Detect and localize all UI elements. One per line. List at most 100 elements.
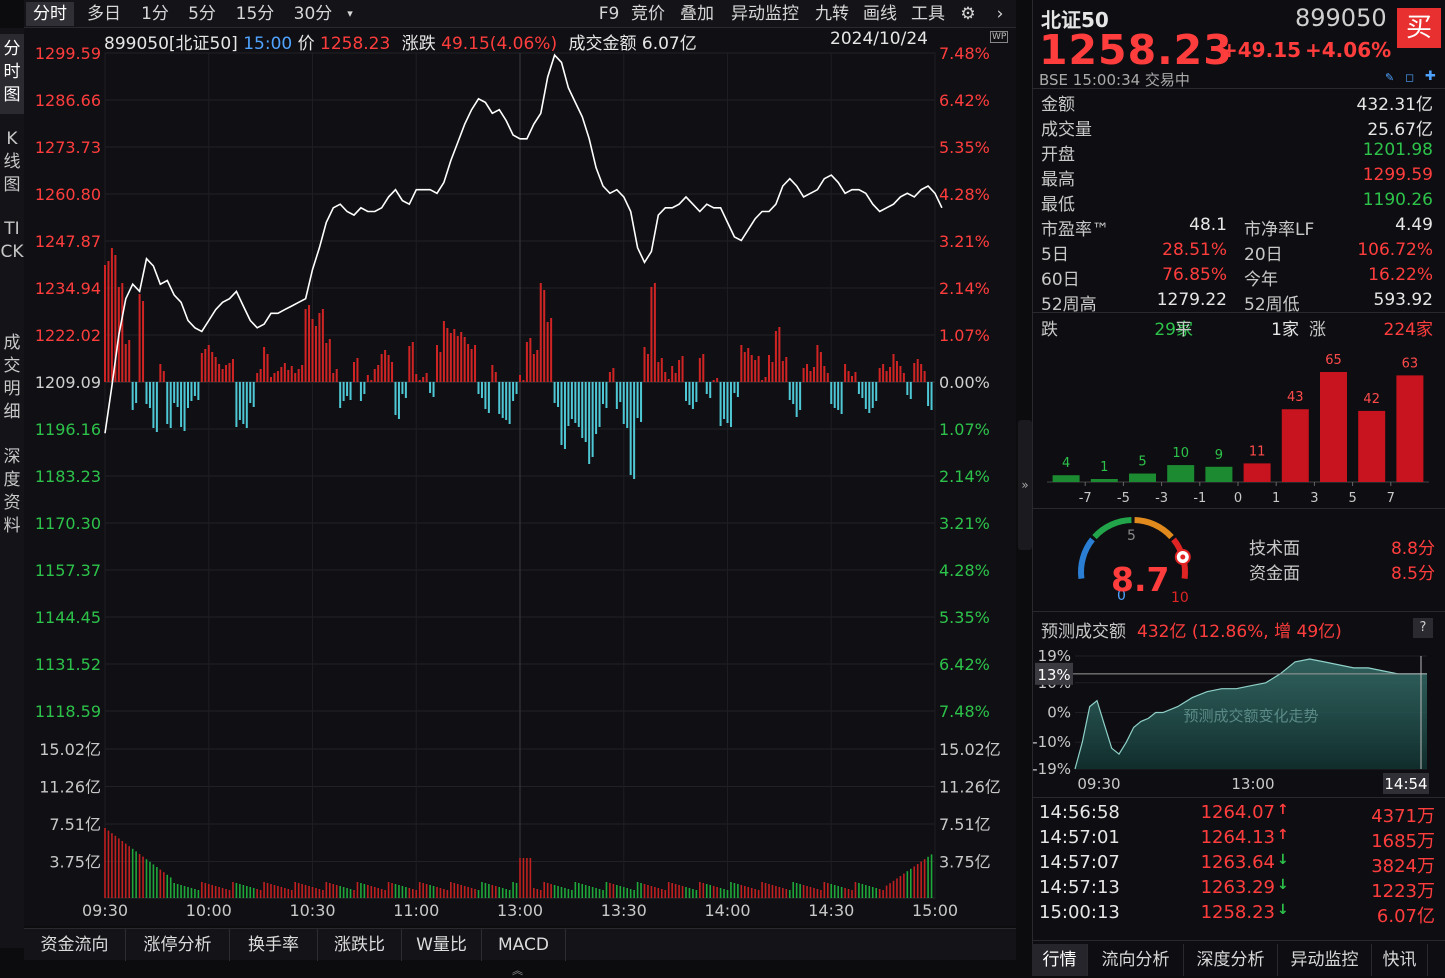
distribution-bar-label: 5 — [1138, 455, 1146, 470]
help-icon[interactable]: ? — [1413, 618, 1433, 638]
valuation-label: 5日 — [1041, 245, 1069, 265]
info-turnover: 6.07亿 — [641, 34, 697, 54]
x-tick: 14:30 — [808, 901, 854, 920]
y-tick-left: 1273.73 — [35, 138, 101, 157]
tab-30min[interactable]: 30分 — [288, 2, 338, 26]
tab-limit-up[interactable]: 涨停分析 — [126, 929, 230, 961]
tab-turnover-rate[interactable]: 换手率 — [230, 929, 318, 961]
tab-auction[interactable]: 竞价 — [628, 2, 668, 26]
valuation-value: 1279.22 — [1156, 290, 1227, 310]
valuation-value: 28.51% — [1162, 240, 1227, 260]
tab-overlay[interactable]: 叠加 — [676, 2, 718, 26]
info-change-label: 涨跌 — [401, 34, 436, 54]
edit-icon[interactable]: ✎ — [1385, 71, 1394, 84]
change-distribution-chart: 4 1 5 10 9 11 43 65 42 63 -7 -5 -3 -1 0 1 3 5 7 — [1047, 353, 1429, 506]
breadth-flat: 1家 — [1271, 320, 1299, 340]
y-tick-right: 0.00% — [939, 373, 990, 392]
distribution-bar — [1129, 473, 1156, 482]
forecast-x-tick: 13:00 — [1231, 775, 1274, 793]
tech-score: 8.8分 — [1390, 539, 1435, 559]
distribution-bar-label: 42 — [1363, 392, 1380, 407]
gear-icon[interactable]: ⚙ — [956, 2, 980, 26]
distribution-bar — [1205, 466, 1233, 482]
y-tick-right: 2.14% — [939, 467, 990, 486]
panel-tab-3[interactable]: 异动监控 — [1278, 944, 1372, 976]
stat-label: 最高 — [1041, 170, 1075, 190]
vtab-intraday[interactable]: 分时图 — [0, 34, 24, 114]
price-line — [104, 53, 943, 434]
tick-price: 1264.07 — [1200, 802, 1275, 823]
x-tick: 14:00 — [704, 901, 750, 920]
tab-tools[interactable]: 工具 — [908, 2, 948, 26]
intraday-chart-svg: 1299.59 7.48% 1286.66 6.42% 1273.73 5.35% 1260… — [35, 44, 1001, 920]
valuation-value: 4.49 — [1395, 215, 1433, 235]
vtab-tick[interactable]: TICK — [0, 214, 24, 314]
y-tick-right: 7.48% — [939, 702, 990, 721]
tab-updown-ratio[interactable]: 涨跌比 — [318, 929, 402, 961]
forecast-y-tick: -19% — [1033, 760, 1071, 778]
valuation-value: 48.1 — [1189, 215, 1227, 235]
panel-tab-1[interactable]: 流向分析 — [1088, 944, 1184, 976]
y-tick-right: 5.35% — [939, 138, 990, 157]
distribution-category: 0 — [1234, 491, 1242, 506]
add-icon[interactable]: ✚ — [1425, 69, 1436, 84]
distribution-category: 7 — [1387, 491, 1395, 506]
vtab-depth[interactable]: 深度资料 — [0, 442, 24, 542]
distribution-category: -5 — [1117, 491, 1130, 506]
tick-volume: 1223万 — [1371, 881, 1435, 902]
tab-w-volume-ratio[interactable]: W量比 — [402, 929, 482, 961]
tab-f9[interactable]: F9 — [596, 2, 622, 26]
x-tick: 10:30 — [289, 901, 335, 920]
forecast-current: 13% — [1037, 666, 1070, 684]
tab-15min[interactable]: 15分 — [230, 2, 280, 26]
vtab-kline[interactable]: K线图 — [0, 124, 24, 200]
panel-tab-2[interactable]: 深度分析 — [1184, 944, 1278, 976]
tab-anomaly[interactable]: 异动监控 — [726, 2, 804, 26]
tab-macd[interactable]: MACD — [482, 929, 566, 961]
tab-1min[interactable]: 1分 — [136, 2, 174, 26]
valuation-label: 市盈率™ — [1041, 220, 1109, 240]
forecast-x-tick: 09:30 — [1077, 775, 1120, 793]
collapse-panel-handle[interactable]: » — [1018, 420, 1032, 550]
valuation-label: 今年 — [1244, 270, 1278, 290]
x-tick: 13:00 — [497, 901, 543, 920]
arrow-up-icon: ↑ — [1277, 802, 1289, 818]
stat-value: 1299.59 — [1362, 165, 1433, 185]
stat-label: 最低 — [1041, 195, 1075, 215]
stock-code: 899050 — [1295, 4, 1387, 32]
x-tick: 11:00 — [393, 901, 439, 920]
tab-5min[interactable]: 5分 — [182, 2, 222, 26]
y-tick-right: 4.28% — [939, 185, 990, 204]
indicator-tabs: 资金流向 涨停分析 换手率 涨跌比 W量比 MACD — [24, 928, 1016, 961]
panel-tab-0[interactable]: 行情 — [1032, 944, 1088, 976]
distribution-bar-label: 11 — [1249, 444, 1266, 459]
buy-button[interactable]: 买 — [1397, 8, 1441, 48]
stat-label: 开盘 — [1041, 145, 1075, 165]
distribution-bar-label: 43 — [1287, 390, 1304, 405]
tab-capital-flow[interactable]: 资金流向 — [24, 929, 126, 961]
volume-tick-left: 7.51亿 — [49, 815, 101, 834]
tab-multiday[interactable]: 多日 — [80, 2, 128, 26]
stat-label: 成交量 — [1041, 120, 1092, 140]
tab-intraday[interactable]: 分时 — [26, 2, 74, 26]
vtab-trades[interactable]: 成交明细 — [0, 328, 24, 428]
y-tick-right: 3.21% — [939, 514, 990, 533]
panel-tab-4[interactable]: 快讯 — [1372, 944, 1428, 976]
x-tick: 10:00 — [186, 901, 232, 920]
y-tick-left: 1118.59 — [35, 702, 101, 721]
stat-label: 金额 — [1041, 95, 1075, 115]
alert-icon[interactable]: ◻ — [1405, 71, 1414, 84]
arrow-down-icon: ↓ — [1277, 902, 1289, 918]
wp-icon[interactable]: WP — [990, 31, 1009, 43]
price-change-pct: +4.06% — [1305, 38, 1392, 62]
intraday-chart[interactable]: 1299.59 7.48% 1286.66 6.42% 1273.73 5.35% 1260… — [24, 28, 1016, 926]
chart-toolbar: 分时 多日 1分 5分 15分 30分 ▾ F9 竞价 叠加 异动监控 九转 画… — [24, 0, 1016, 28]
dropdown-icon[interactable]: ▾ — [342, 2, 358, 26]
volume-tick-left: 3.75亿 — [49, 853, 101, 872]
chevron-right-icon[interactable]: › — [988, 2, 1012, 26]
tick-volume: 3824万 — [1371, 856, 1435, 877]
tab-draw[interactable]: 画线 — [860, 2, 900, 26]
volume-tick-right: 11.26亿 — [939, 778, 1001, 797]
tab-nine-turn[interactable]: 九转 — [812, 2, 852, 26]
distribution-category: 5 — [1348, 491, 1356, 506]
